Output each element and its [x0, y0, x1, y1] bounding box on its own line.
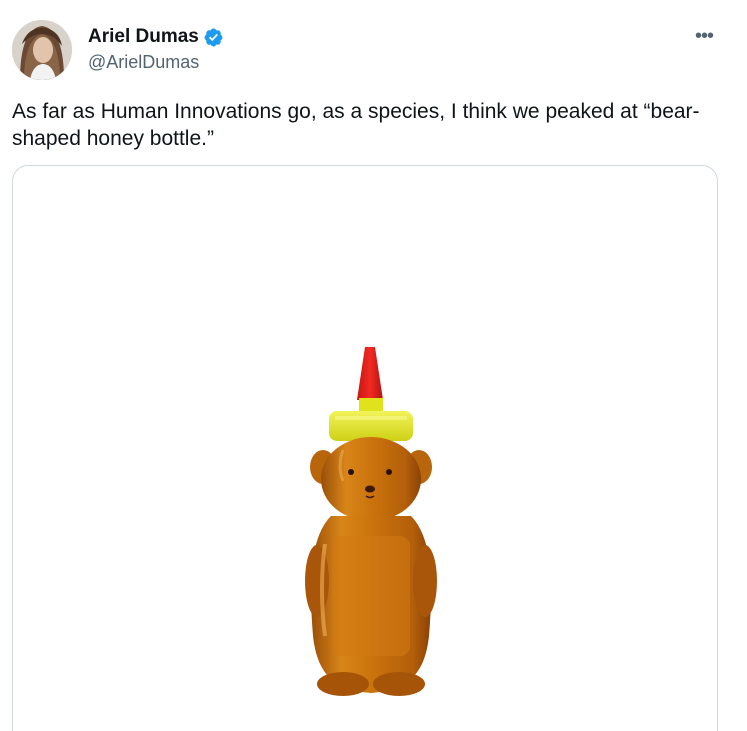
display-name[interactable]: Ariel Dumas — [88, 26, 199, 48]
honey-bear-bottle-image — [305, 347, 437, 696]
more-horizontal-icon: ••• — [694, 25, 714, 47]
author-name-row: Ariel Dumas — [88, 26, 224, 48]
tweet-media[interactable] — [12, 165, 718, 731]
author-handle[interactable]: @ArielDumas — [88, 52, 199, 72]
tweet-text: As far as Human Innovations go, as a spe… — [12, 100, 700, 150]
more-options-button[interactable]: ••• — [691, 24, 717, 48]
verified-badge-icon — [203, 27, 224, 48]
avatar[interactable] — [12, 20, 72, 80]
tweet: Ariel Dumas @ArielDumas ••• As far as Hu… — [0, 0, 747, 731]
